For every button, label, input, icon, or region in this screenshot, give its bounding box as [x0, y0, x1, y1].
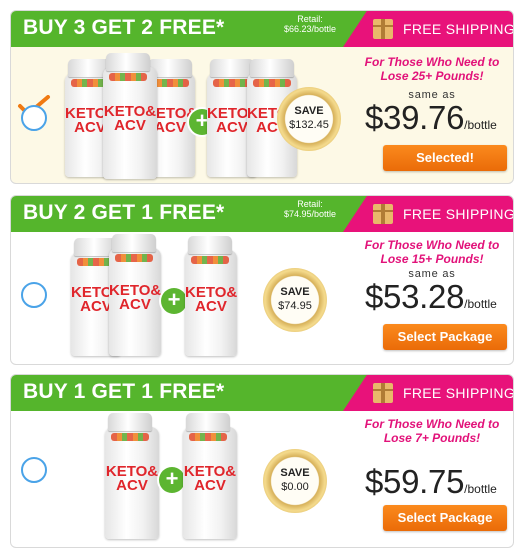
free-shipping-label: FREE SHIPPING [403, 206, 514, 222]
selected-button[interactable]: Selected! [383, 145, 507, 171]
price-per-bottle: $39.76/bottle [365, 99, 513, 137]
retail-price: Retail: $66.23/bottle [273, 14, 347, 34]
retail-label: Retail: [297, 14, 323, 24]
save-badge: SAVE $0.00 [263, 449, 327, 513]
package-header: BUY 2 GET 1 FREE* Retail: $74.95/bottle … [11, 196, 513, 232]
package-header: BUY 3 GET 2 FREE* Retail: $66.23/bottle … [11, 11, 513, 47]
bottle-label: KETO& ACV [105, 463, 159, 494]
save-badge: SAVE $132.45 [277, 87, 341, 151]
target-weight-text: For Those Who Need to Lose 25+ Pounds! [364, 55, 500, 83]
save-label: SAVE [280, 286, 310, 298]
bottle-label: KETO& ACV [185, 284, 238, 315]
price-per-bottle: $59.75/bottle [365, 463, 513, 501]
save-amount: $74.95 [278, 300, 312, 312]
radio-button-icon[interactable] [21, 457, 47, 483]
price-unit: /bottle [464, 118, 497, 132]
save-badge: SAVE $74.95 [263, 268, 327, 332]
retail-label: Retail: [297, 199, 323, 209]
offer-title: BUY 2 GET 1 FREE* [23, 201, 225, 224]
retail-value: $66.23/bottle [283, 24, 337, 34]
save-label: SAVE [294, 105, 324, 117]
target-weight-text: For Those Who Need to Lose 15+ Pounds! [364, 238, 500, 266]
price-unit: /bottle [464, 297, 497, 311]
save-amount: $0.00 [281, 481, 309, 493]
plus-icon: + [159, 467, 185, 493]
bottle-image: KETO& ACV [185, 236, 238, 356]
price-amount: $53.28 [365, 278, 465, 315]
bottle-image: KETO& ACV [183, 413, 237, 539]
bottle-image: KETO& ACV [105, 413, 159, 539]
bottle-label: KETO& ACV [109, 282, 162, 313]
free-shipping-label: FREE SHIPPING [403, 21, 514, 37]
bottle-label: KETO& ACV [103, 103, 157, 134]
plus-icon: + [161, 288, 187, 314]
target-weight-text: For Those Who Need to Lose 7+ Pounds! [364, 417, 500, 445]
bottle-image: KETO& ACV [109, 234, 162, 356]
select-package-button[interactable]: Select Package [383, 505, 507, 531]
package-card-buy3get2[interactable]: BUY 3 GET 2 FREE* Retail: $66.23/bottle … [10, 10, 514, 184]
offer-title: BUY 1 GET 1 FREE* [23, 380, 225, 403]
package-box-icon [373, 204, 393, 224]
save-label: SAVE [280, 467, 310, 479]
radio-button-icon[interactable] [21, 282, 47, 308]
offer-title: BUY 3 GET 2 FREE* [23, 16, 225, 39]
price-unit: /bottle [464, 482, 497, 496]
price-per-bottle: $53.28/bottle [365, 278, 513, 316]
bottle-label: KETO& ACV [183, 463, 237, 494]
retail-value: $74.95/bottle [283, 209, 337, 219]
free-shipping-label: FREE SHIPPING [403, 385, 514, 401]
package-card-buy2get1[interactable]: BUY 2 GET 1 FREE* Retail: $74.95/bottle … [10, 195, 514, 365]
select-package-button[interactable]: Select Package [383, 324, 507, 350]
package-box-icon [373, 383, 393, 403]
price-amount: $59.75 [365, 463, 465, 500]
price-amount: $39.76 [365, 99, 465, 136]
bottle-image: KETO& ACV [103, 53, 157, 179]
package-header: BUY 1 GET 1 FREE* FREE SHIPPING [11, 375, 513, 411]
package-card-buy1get1[interactable]: BUY 1 GET 1 FREE* FREE SHIPPING KETO& AC… [10, 374, 514, 548]
radio-button-icon[interactable] [21, 105, 47, 131]
retail-price: Retail: $74.95/bottle [273, 199, 347, 219]
package-box-icon [373, 19, 393, 39]
save-amount: $132.45 [289, 119, 329, 131]
